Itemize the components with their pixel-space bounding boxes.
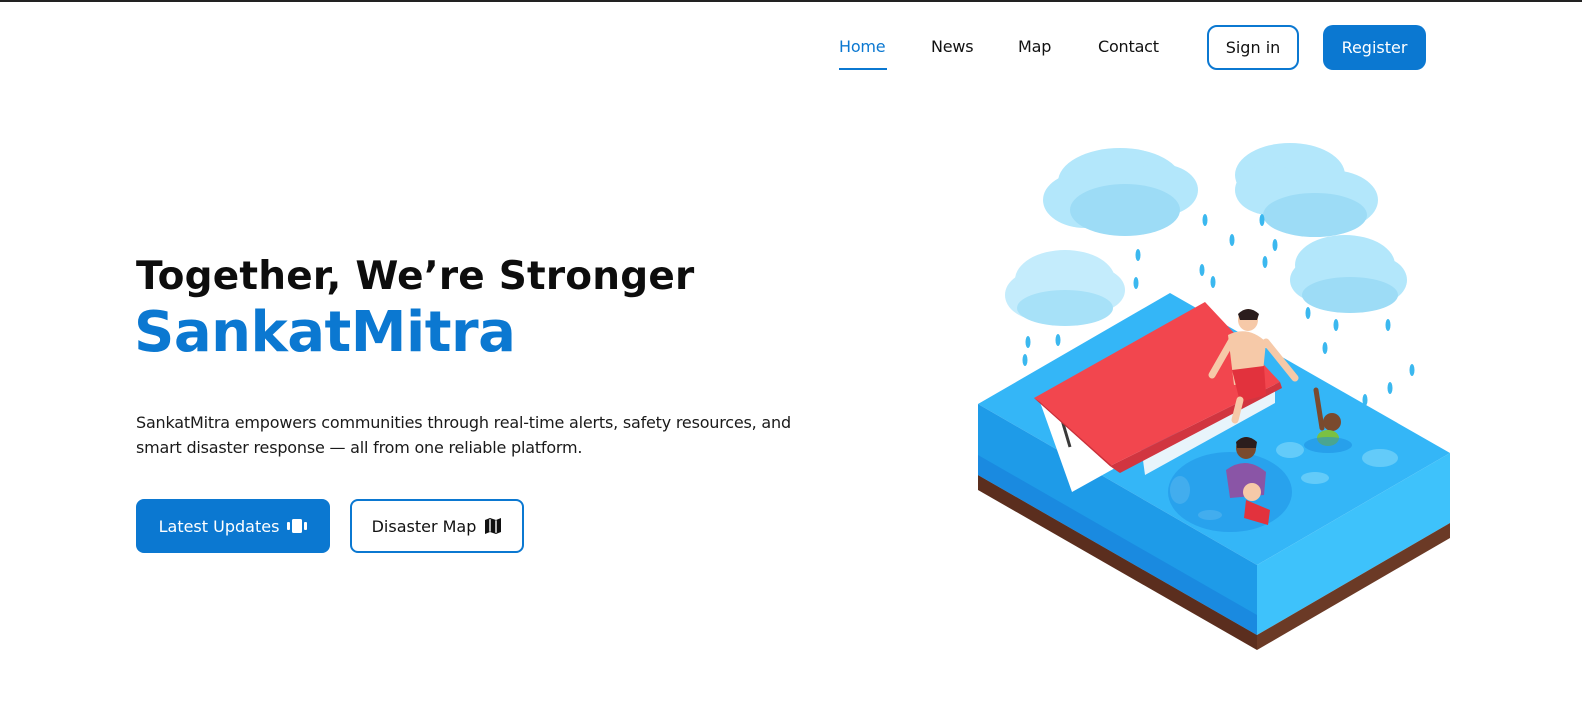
cloud-icon <box>1005 250 1125 326</box>
nav-link-contact[interactable]: Contact <box>1098 37 1159 56</box>
nav-link-map[interactable]: Map <box>1018 37 1051 56</box>
top-border <box>0 0 1582 2</box>
latest-updates-button[interactable]: Latest Updates <box>136 499 330 553</box>
hero-heading: Together, We’re Stronger <box>136 254 695 299</box>
disaster-map-button[interactable]: Disaster Map <box>350 499 524 553</box>
cloud-icon <box>1235 143 1378 237</box>
disaster-map-label: Disaster Map <box>371 516 477 536</box>
sign-in-button[interactable]: Sign in <box>1207 25 1299 70</box>
register-button[interactable]: Register <box>1323 25 1426 70</box>
active-nav-indicator <box>839 68 887 70</box>
brand-title: SankatMitra <box>134 300 516 365</box>
carousel-icon <box>287 518 308 534</box>
latest-updates-label: Latest Updates <box>158 516 280 536</box>
nav-link-news[interactable]: News <box>931 37 974 56</box>
cloud-icon <box>1043 148 1198 236</box>
flood-rescue-illustration <box>970 120 1460 660</box>
nav-link-home[interactable]: Home <box>839 37 886 56</box>
cloud-icon <box>1290 235 1407 313</box>
hero-description: SankatMitra empowers communities through… <box>136 413 791 457</box>
map-icon <box>484 517 502 535</box>
